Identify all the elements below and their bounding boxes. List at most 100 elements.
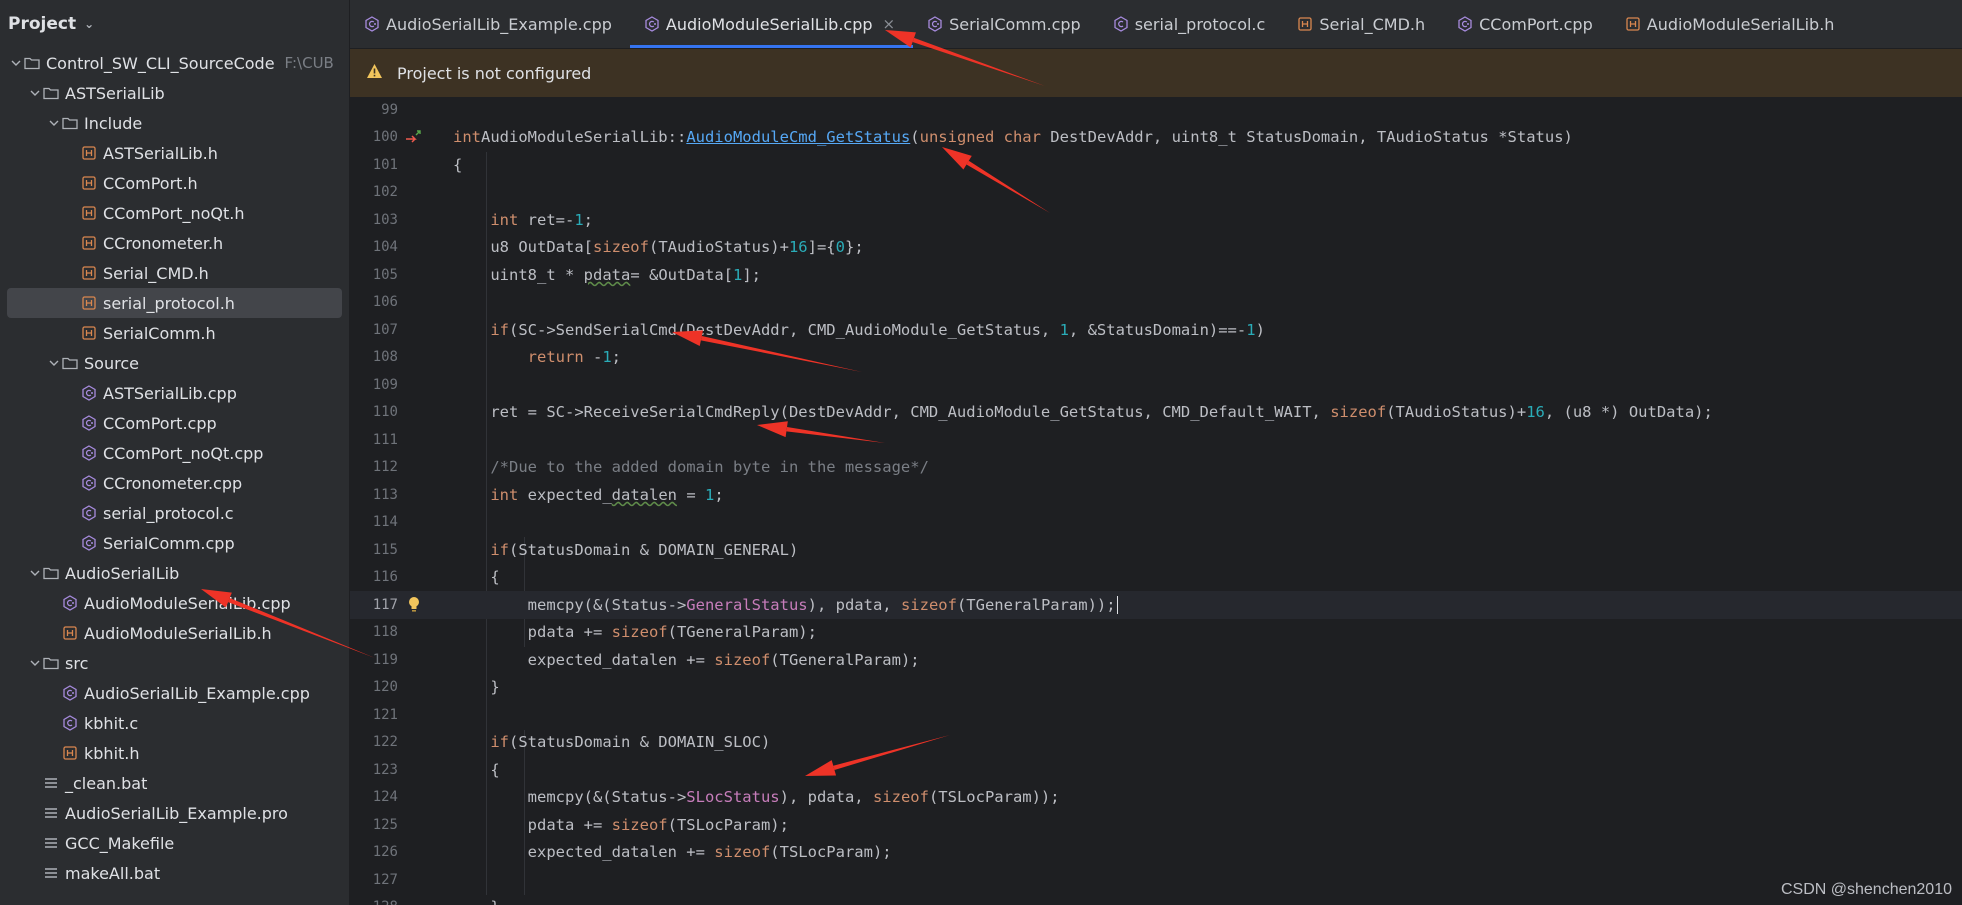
tree-item[interactable]: ASTSerialLib.h <box>0 138 349 168</box>
code-line[interactable]: 102 <box>350 179 1962 207</box>
code-line[interactable]: 126 expected_datalen += sizeof(TSLocPara… <box>350 839 1962 867</box>
line-number[interactable]: 123 <box>350 762 398 778</box>
line-number[interactable]: 116 <box>350 569 398 585</box>
code-line[interactable]: 107 if(SC->SendSerialCmd(DestDevAddr, CM… <box>350 316 1962 344</box>
code-line[interactable]: 105 uint8_t * pdata= &OutData[1]; <box>350 261 1962 289</box>
line-number[interactable]: 113 <box>350 487 398 503</box>
line-number[interactable]: 119 <box>350 652 398 668</box>
tree-item[interactable]: Source <box>0 348 349 378</box>
chevron-down-icon[interactable] <box>8 60 24 67</box>
code-line[interactable]: 109 <box>350 371 1962 399</box>
line-number[interactable]: 122 <box>350 734 398 750</box>
tree-item[interactable]: kbhit.c <box>0 708 349 738</box>
code-line[interactable]: 114 <box>350 509 1962 537</box>
editor-tab[interactable]: Serial_CMD.h <box>1283 0 1443 48</box>
code-line[interactable]: 120 } <box>350 674 1962 702</box>
project-view-header[interactable]: Project ⌄ <box>0 0 349 48</box>
line-number[interactable]: 106 <box>350 294 398 310</box>
code-line[interactable]: 122 if(StatusDomain & DOMAIN_SLOC) <box>350 729 1962 757</box>
chevron-down-icon[interactable] <box>27 90 43 97</box>
code-line[interactable]: 99 <box>350 97 1962 124</box>
code-line[interactable]: 112 /*Due to the added domain byte in th… <box>350 454 1962 482</box>
chevron-down-icon[interactable] <box>27 570 43 577</box>
code-line[interactable]: 116 { <box>350 564 1962 592</box>
line-number[interactable]: 118 <box>350 624 398 640</box>
tree-item[interactable]: serial_protocol.c <box>0 498 349 528</box>
line-number[interactable]: 121 <box>350 707 398 723</box>
line-number[interactable]: 107 <box>350 322 398 338</box>
tree-item[interactable]: AudioModuleSerialLib.h <box>0 618 349 648</box>
tree-item[interactable]: Serial_CMD.h <box>0 258 349 288</box>
tree-item[interactable]: ASTSerialLib <box>0 78 349 108</box>
tree-item[interactable]: CCronometer.cpp <box>0 468 349 498</box>
code-line[interactable]: 110 ret = SC->ReceiveSerialCmdReply(Dest… <box>350 399 1962 427</box>
line-number[interactable]: 124 <box>350 789 398 805</box>
code-line[interactable]: 121 <box>350 701 1962 729</box>
line-number[interactable]: 102 <box>350 184 398 200</box>
editor-tab[interactable]: AudioModuleSerialLib.h <box>1611 0 1853 48</box>
code-line[interactable]: 125 pdata += sizeof(TSLocParam); <box>350 811 1962 839</box>
code-line[interactable]: 106 <box>350 289 1962 317</box>
tree-item[interactable]: Control_SW_CLI_SourceCode F:\CUB <box>0 48 349 78</box>
tree-item[interactable]: AudioSerialLib_Example.pro <box>0 798 349 828</box>
code-line[interactable]: 108 return -1; <box>350 344 1962 372</box>
code-line[interactable]: 124 memcpy(&(Status->SLocStatus), pdata,… <box>350 784 1962 812</box>
chevron-down-icon[interactable] <box>46 360 62 367</box>
chevron-down-icon[interactable] <box>27 660 43 667</box>
line-number[interactable]: 128 <box>350 899 398 905</box>
tree-item[interactable]: SerialComm.cpp <box>0 528 349 558</box>
editor-tab[interactable]: serial_protocol.c <box>1099 0 1284 48</box>
code-line[interactable]: 113 int expected_datalen = 1; <box>350 481 1962 509</box>
code-line[interactable]: 127 <box>350 866 1962 894</box>
code-editor[interactable]: 99100 intAudioModuleSerialLib::AudioModul… <box>350 97 1962 905</box>
tree-item[interactable]: CComPort.h <box>0 168 349 198</box>
code-line[interactable]: 128 } <box>350 894 1962 905</box>
line-number[interactable]: 117 <box>350 597 398 613</box>
tree-item[interactable]: GCC_Makefile <box>0 828 349 858</box>
code-line[interactable]: 115 if(StatusDomain & DOMAIN_GENERAL) <box>350 536 1962 564</box>
tree-item[interactable]: CComPort_noQt.cpp <box>0 438 349 468</box>
line-number[interactable]: 125 <box>350 817 398 833</box>
line-number[interactable]: 127 <box>350 872 398 888</box>
tree-item[interactable]: CCronometer.h <box>0 228 349 258</box>
tree-item[interactable]: CComPort_noQt.h <box>0 198 349 228</box>
line-number[interactable]: 111 <box>350 432 398 448</box>
close-icon[interactable]: × <box>883 15 896 33</box>
line-number[interactable]: 120 <box>350 679 398 695</box>
tree-item[interactable]: SerialComm.h <box>0 318 349 348</box>
code-line[interactable]: 111 <box>350 426 1962 454</box>
line-number[interactable]: 109 <box>350 377 398 393</box>
line-number[interactable]: 110 <box>350 404 398 420</box>
line-number[interactable]: 126 <box>350 844 398 860</box>
code-line[interactable]: 101 { <box>350 151 1962 179</box>
tree-item[interactable]: AudioSerialLib_Example.cpp <box>0 678 349 708</box>
tree-item[interactable]: CComPort.cpp <box>0 408 349 438</box>
tree-item[interactable]: AudioModuleSerialLib.cpp <box>0 588 349 618</box>
editor-tab[interactable]: CComPort.cpp <box>1443 0 1611 48</box>
tree-item[interactable]: ASTSerialLib.cpp <box>0 378 349 408</box>
implements-navigation-icon[interactable] <box>402 130 426 144</box>
code-line[interactable]: 100 intAudioModuleSerialLib::AudioModuleC… <box>350 124 1962 152</box>
line-number[interactable]: 104 <box>350 239 398 255</box>
tree-item[interactable]: makeAll.bat <box>0 858 349 888</box>
tree-item[interactable]: Include <box>0 108 349 138</box>
line-number[interactable]: 99 <box>350 102 398 118</box>
chevron-down-icon[interactable] <box>46 120 62 127</box>
line-number[interactable]: 105 <box>350 267 398 283</box>
line-number[interactable]: 115 <box>350 542 398 558</box>
tree-item[interactable]: src <box>0 648 349 678</box>
editor-tab[interactable]: SerialComm.cpp <box>913 0 1099 48</box>
editor-tab[interactable]: AudioSerialLib_Example.cpp <box>350 0 630 48</box>
tree-item[interactable]: _clean.bat <box>0 768 349 798</box>
tree-item[interactable]: kbhit.h <box>0 738 349 768</box>
code-line[interactable]: 117 memcpy(&(Status->GeneralStatus), pda… <box>350 591 1962 619</box>
line-number[interactable]: 103 <box>350 212 398 228</box>
tree-item[interactable]: AudioSerialLib <box>0 558 349 588</box>
tree-item[interactable]: serial_protocol.h <box>7 288 342 318</box>
code-line[interactable]: 123 { <box>350 756 1962 784</box>
code-line[interactable]: 103 int ret=-1; <box>350 206 1962 234</box>
line-number[interactable]: 112 <box>350 459 398 475</box>
line-number[interactable]: 100 <box>350 129 398 145</box>
line-number[interactable]: 101 <box>350 157 398 173</box>
code-line[interactable]: 118 pdata += sizeof(TGeneralParam); <box>350 619 1962 647</box>
